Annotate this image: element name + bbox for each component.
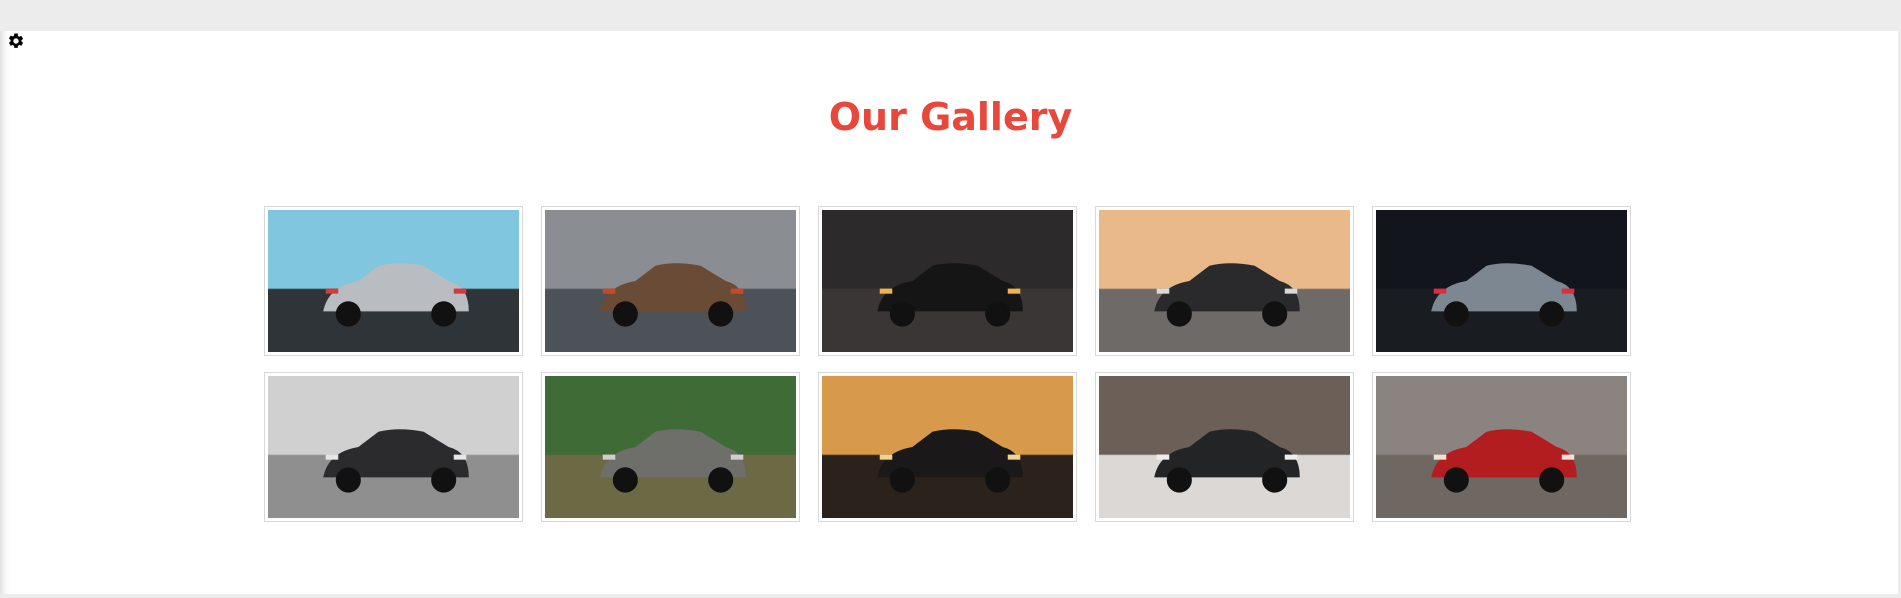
gallery-image-card[interactable] bbox=[818, 372, 1077, 522]
car-photo-bugatti-desert-sunset bbox=[1099, 210, 1350, 352]
car-photo-black-gmc-yukon-snow bbox=[1099, 376, 1350, 518]
car-photo-grey-bmw-neon-night bbox=[1376, 210, 1627, 352]
gallery-image-card[interactable] bbox=[1372, 372, 1631, 522]
gallery-image-card[interactable] bbox=[541, 206, 800, 356]
gallery-image-card[interactable] bbox=[541, 372, 800, 522]
settings-gear-icon[interactable] bbox=[4, 29, 28, 53]
gallery-image-card[interactable] bbox=[1095, 372, 1354, 522]
car-photo-bronze-lamborghini-cloudy bbox=[545, 210, 796, 352]
gallery-title: Our Gallery bbox=[828, 95, 1073, 139]
gallery-image-card[interactable] bbox=[264, 206, 523, 356]
top-bar bbox=[0, 0, 1901, 31]
car-photo-black-challenger-driveway bbox=[822, 210, 1073, 352]
gallery-grid bbox=[264, 206, 1631, 522]
gear-icon-svg bbox=[8, 33, 24, 48]
gallery-image-card[interactable] bbox=[264, 372, 523, 522]
gallery-image-card[interactable] bbox=[1095, 206, 1354, 356]
car-photo-black-mustang-golden-hour bbox=[822, 376, 1073, 518]
gallery-image-card[interactable] bbox=[818, 206, 1077, 356]
car-photo-red-ferrari-old-town bbox=[1376, 376, 1627, 518]
car-photo-grey-tacoma-jungle bbox=[545, 376, 796, 518]
car-photo-black-mercedes-amg-road bbox=[268, 376, 519, 518]
car-photo-silver-gtr-snowy-forest bbox=[268, 210, 519, 352]
bottom-bar bbox=[0, 594, 1901, 598]
gallery-image-card[interactable] bbox=[1372, 206, 1631, 356]
